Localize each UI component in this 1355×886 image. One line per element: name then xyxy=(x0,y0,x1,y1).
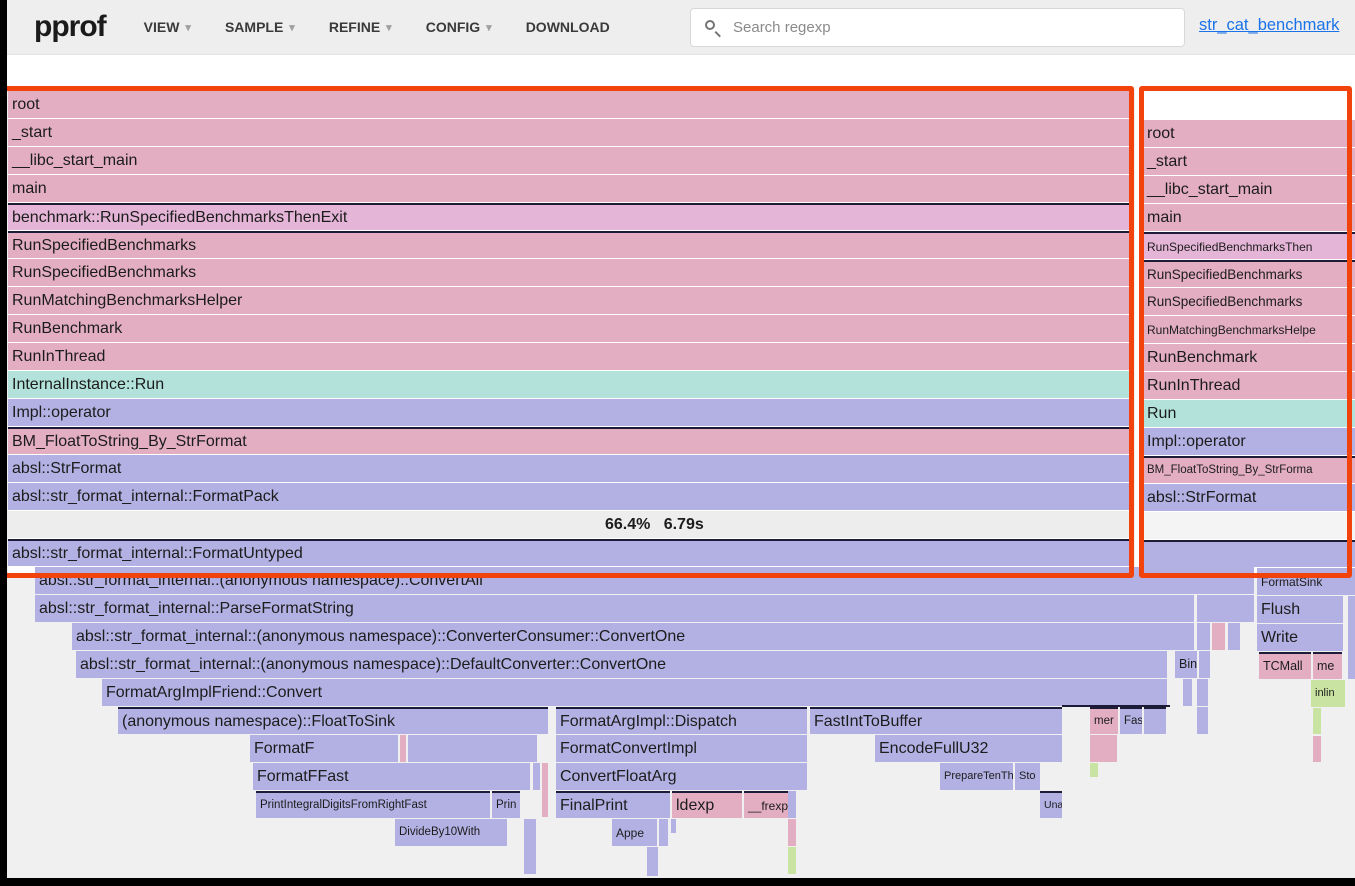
flame-frame[interactable]: Una xyxy=(1040,791,1062,818)
toolbar: pprof VIEW▾ SAMPLE▾ REFINE▾ CONFIG▾ DOWNLOAD… xyxy=(0,0,1355,55)
flame-frame[interactable]: FormatF xyxy=(250,735,398,762)
flame-sliver xyxy=(788,791,796,818)
flame-sliver xyxy=(1212,623,1225,650)
flame-sliver xyxy=(542,763,548,817)
flame-frame[interactable]: FormatArgImplFriend::Convert xyxy=(102,679,1167,706)
flame-sliver xyxy=(1199,651,1210,678)
flame-sliver xyxy=(1197,707,1208,734)
menu-sample[interactable]: SAMPLE▾ xyxy=(225,19,295,35)
menu-view[interactable]: VIEW▾ xyxy=(144,19,191,35)
hidden-children-line xyxy=(1062,705,1170,707)
flame-frame[interactable]: TCMall xyxy=(1259,652,1311,679)
chevron-down-icon: ▾ xyxy=(486,21,492,34)
flame-frame[interactable]: Flush xyxy=(1257,596,1343,623)
search-input[interactable] xyxy=(731,18,1184,37)
flame-sliver xyxy=(1313,736,1321,762)
menu-refine[interactable]: REFINE▾ xyxy=(329,19,392,35)
top-gap xyxy=(0,55,1355,86)
flame-frame[interactable]: absl::str_format_internal::ParseFormatSt… xyxy=(35,595,1194,622)
flame-frame[interactable]: mer xyxy=(1090,707,1118,734)
flame-sliver xyxy=(408,735,537,762)
window-edge-left xyxy=(0,0,7,886)
flame-frame[interactable]: Appe xyxy=(612,819,657,846)
flame-sliver xyxy=(1090,735,1117,762)
flame-frame[interactable]: Bin xyxy=(1175,651,1197,678)
flame-frame[interactable]: Write xyxy=(1257,624,1343,651)
flame-frame[interactable]: FormatConvertImpl xyxy=(556,735,807,762)
flame-sliver xyxy=(659,819,668,846)
flame-sliver xyxy=(647,847,658,876)
flame-sliver xyxy=(1197,679,1208,706)
flame-frame[interactable]: FormatArgImpl::Dispatch xyxy=(556,707,807,734)
flame-sliver xyxy=(1313,708,1321,734)
chevron-down-icon: ▾ xyxy=(386,21,392,34)
chevron-down-icon: ▾ xyxy=(289,21,295,34)
search-box[interactable] xyxy=(690,8,1185,47)
flame-sliver xyxy=(1348,596,1355,679)
flame-frame[interactable]: ConvertFloatArg xyxy=(556,763,807,790)
flame-sliver xyxy=(1090,763,1098,777)
menu-download[interactable]: DOWNLOAD xyxy=(526,19,610,35)
profile-link[interactable]: str_cat_benchmark xyxy=(1199,16,1339,35)
flame-frame[interactable]: (anonymous namespace)::FloatToSink xyxy=(118,707,548,734)
app-logo: pprof xyxy=(34,10,106,44)
flame-frame[interactable]: PrintIntegralDigitsFromRightFast xyxy=(256,791,490,818)
flame-sliver xyxy=(788,819,796,846)
flame-sliver xyxy=(533,763,540,790)
flame-frame[interactable]: EncodeFullU32 xyxy=(875,735,1062,762)
flame-frame[interactable]: FinalPrint xyxy=(556,791,670,818)
flame-frame[interactable]: inlin xyxy=(1311,680,1345,707)
flame-sliver xyxy=(1197,595,1254,622)
chevron-down-icon: ▾ xyxy=(185,21,191,34)
flame-frame[interactable]: absl::str_format_internal::(anonymous na… xyxy=(72,623,1194,650)
pprof-window: root_start__libc_start_mainmainbenchmark… xyxy=(0,0,1355,886)
flame-frame[interactable]: FastIntToBuffer xyxy=(810,707,1062,734)
flame-frame[interactable]: ldexp xyxy=(672,791,742,818)
flame-frame[interactable]: PrepareTenTh xyxy=(940,763,1013,790)
window-edge-bottom xyxy=(0,878,1355,886)
flame-frame[interactable]: DivideBy10With xyxy=(395,819,507,846)
flame-sliver xyxy=(400,735,406,762)
flame-sliver xyxy=(1197,623,1210,650)
flame-sliver xyxy=(1228,623,1240,650)
flame-frame[interactable]: __frexp xyxy=(744,791,788,818)
flame-sliver xyxy=(1183,679,1192,706)
flame-frame[interactable]: Prin xyxy=(492,791,520,818)
flame-frame[interactable]: Fas xyxy=(1120,707,1142,734)
annotation-rect-left xyxy=(0,86,1134,578)
flame-frame[interactable]: Sto xyxy=(1015,763,1040,790)
menu-config[interactable]: CONFIG▾ xyxy=(426,19,492,35)
flame-sliver xyxy=(671,819,676,833)
flame-frame[interactable]: me xyxy=(1313,652,1342,679)
annotation-rect-right xyxy=(1139,86,1352,578)
flame-sliver xyxy=(524,819,536,874)
flame-frame[interactable]: absl::str_format_internal::(anonymous na… xyxy=(76,651,1167,678)
search-icon xyxy=(705,20,721,36)
flame-frame[interactable]: FormatFFast xyxy=(253,763,530,790)
menu-bar: VIEW▾ SAMPLE▾ REFINE▾ CONFIG▾ DOWNLOAD xyxy=(144,19,644,35)
flame-sliver xyxy=(788,847,796,874)
flame-sliver xyxy=(1144,707,1166,734)
